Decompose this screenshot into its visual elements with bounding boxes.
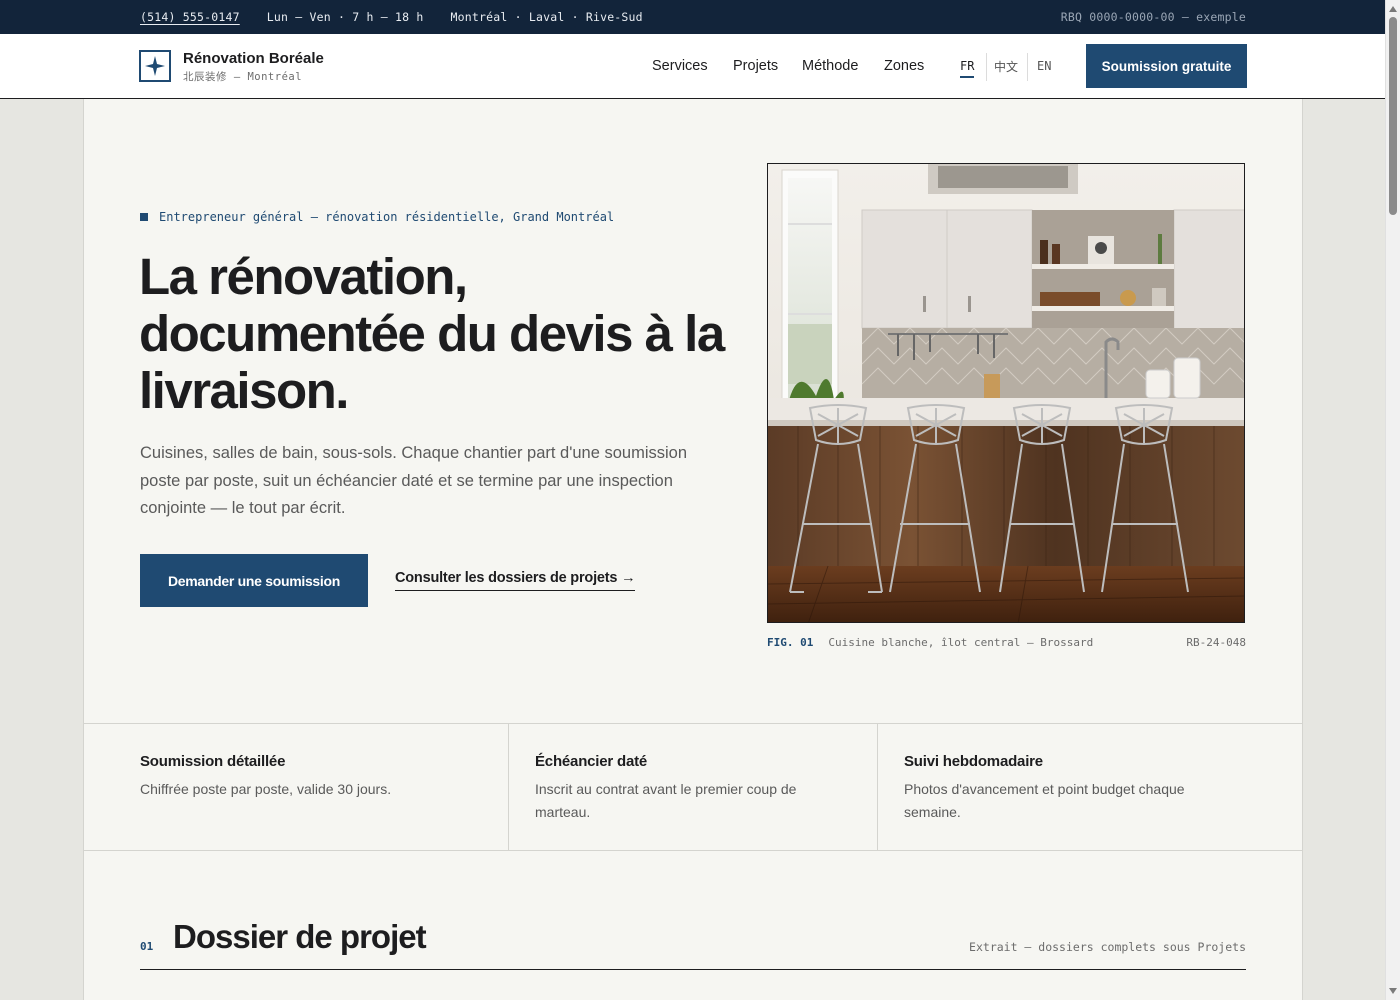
brand-name[interactable]: Rénovation Boréale <box>183 50 324 67</box>
four-point-star-icon <box>145 56 165 76</box>
feature-description: Chiffrée poste par poste, valide 30 jour… <box>140 781 392 797</box>
feature-title: Soumission détaillée <box>140 753 286 770</box>
section-divider <box>140 969 1246 970</box>
brand-subtitle: 北辰装修 — Montréal <box>183 71 303 83</box>
lang-en[interactable]: EN <box>1037 59 1051 73</box>
scroll-down-arrow-icon[interactable] <box>1389 988 1397 994</box>
nav-methode[interactable]: Méthode <box>802 58 858 74</box>
business-hours: Lun – Ven · 7 h – 18 h <box>266 10 424 24</box>
hero-description: Cuisines, salles de bain, sous-sols. Cha… <box>140 444 688 517</box>
service-zones: Montréal · Laval · Rive-Sud <box>450 10 643 24</box>
kitchen-photo <box>767 163 1245 623</box>
feature-row: Soumission détaillée Chiffrée poste par … <box>84 723 1302 851</box>
section-note: Extrait — dossiers complets sous Projets <box>969 940 1246 954</box>
request-quote-button[interactable]: Demander une soumission <box>140 554 368 607</box>
feature-title: Suivi hebdomadaire <box>904 753 1043 770</box>
lang-divider <box>986 53 987 81</box>
hero-title: La rénovation, documentée du devis à la … <box>139 248 725 419</box>
feature-description: Inscrit au contrat avant le premier coup… <box>535 781 797 820</box>
nav-zones[interactable]: Zones <box>884 58 924 74</box>
free-quote-button[interactable]: Soumission gratuite <box>1086 44 1247 88</box>
page-scrollbar[interactable] <box>1385 0 1400 1000</box>
figure-number: FIG. 01 <box>767 636 814 649</box>
hero-eyebrow-text: Entrepreneur général — rénovation réside… <box>159 210 615 224</box>
project-files-link[interactable]: Consulter les dossiers de projets → <box>395 570 636 591</box>
site-header: Rénovation Boréale 北辰装修 — Montréal Servi… <box>0 34 1385 99</box>
scroll-thumb[interactable] <box>1389 17 1397 215</box>
lang-divider <box>1027 53 1028 81</box>
square-bullet-icon <box>140 213 148 221</box>
feature-description: Photos d'avancement et point budget chaq… <box>904 781 1185 820</box>
figure-reference: RB-24-048 <box>1186 636 1246 649</box>
figure-caption: FIG. 01 Cuisine blanche, îlot central — … <box>767 636 1246 649</box>
feature-item: Soumission détaillée Chiffrée poste par … <box>84 724 509 850</box>
kitchen-illustration <box>768 164 1244 622</box>
lang-fr[interactable]: FR <box>960 59 975 78</box>
lang-zh[interactable]: 中文 <box>994 58 1018 75</box>
phone-link[interactable]: (514) 555-0147 <box>140 10 240 24</box>
nav-services[interactable]: Services <box>652 58 708 74</box>
hero-eyebrow: Entrepreneur général — rénovation réside… <box>140 210 614 224</box>
top-utility-bar: (514) 555-0147 Lun – Ven · 7 h – 18 h Mo… <box>0 0 1385 34</box>
section-title: Dossier de projet <box>173 918 427 955</box>
feature-title: Échéancier daté <box>535 753 648 770</box>
scroll-up-arrow-icon[interactable] <box>1389 6 1397 12</box>
brand-logo[interactable] <box>139 50 171 82</box>
feature-item: Échéancier daté Inscrit au contrat avant… <box>509 724 878 850</box>
figure-caption-text: Cuisine blanche, îlot central — Brossard <box>828 636 1094 649</box>
section-number: 01 <box>140 940 154 953</box>
nav-projets[interactable]: Projets <box>733 58 778 74</box>
rbq-license: RBQ 0000-0000-00 — exemple <box>1060 10 1246 24</box>
feature-item: Suivi hebdomadaire Photos d'avancement e… <box>878 724 1302 850</box>
